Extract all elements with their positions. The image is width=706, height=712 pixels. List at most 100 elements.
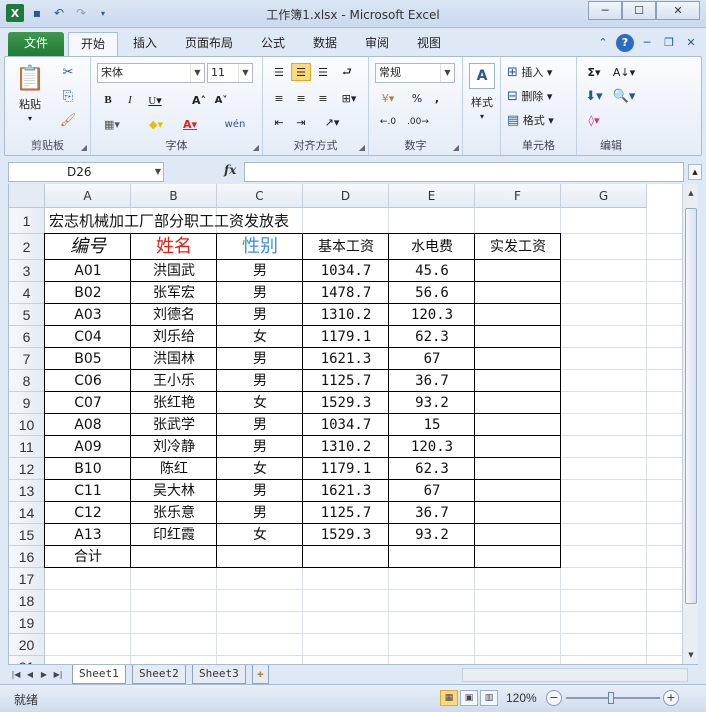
table-cell[interactable]: 1621.3	[303, 348, 389, 370]
table-cell[interactable]: A03	[45, 304, 131, 326]
decrease-indent-icon[interactable]: ⇤	[269, 113, 289, 131]
cut-icon[interactable]: ✂	[57, 63, 79, 81]
table-cell[interactable]: 1125.7	[303, 502, 389, 524]
column-header[interactable]: E	[389, 184, 475, 208]
expand-formula-bar-icon[interactable]: ▲	[688, 164, 702, 180]
column-header[interactable]: G	[561, 184, 647, 208]
scroll-up-icon[interactable]: ▲	[685, 186, 697, 200]
table-cell[interactable]: 15	[389, 414, 475, 436]
tab-file[interactable]: 文件	[8, 32, 64, 56]
table-cell[interactable]: 36.7	[389, 502, 475, 524]
currency-icon[interactable]: ¥▾	[375, 89, 401, 107]
vertical-scroll-thumb[interactable]	[685, 208, 697, 604]
percent-icon[interactable]: %	[409, 89, 425, 107]
first-sheet-icon[interactable]: |◀	[10, 668, 22, 682]
table-cell[interactable]: 1529.3	[303, 524, 389, 546]
table-cell[interactable]: 1034.7	[303, 414, 389, 436]
bold-icon[interactable]: B	[99, 91, 117, 109]
alignment-dialog-icon[interactable]: ◢	[359, 143, 365, 152]
table-cell[interactable]: A09	[45, 436, 131, 458]
delete-cells-button[interactable]: ⊟ 删除 ▾	[507, 87, 571, 105]
table-cell[interactable]: A01	[45, 260, 131, 282]
table-cell[interactable]: 56.6	[389, 282, 475, 304]
font-dialog-icon[interactable]: ◢	[253, 143, 259, 152]
name-box[interactable]: D26 ▼	[8, 162, 164, 182]
tab-page-layout[interactable]: 页面布局	[176, 32, 242, 56]
sort-filter-icon[interactable]: A↓▾	[611, 63, 637, 81]
table-cell[interactable]: 陈红	[131, 458, 217, 480]
number-dialog-icon[interactable]: ◢	[453, 143, 459, 152]
table-cell[interactable]: C07	[45, 392, 131, 414]
table-cell[interactable]: 女	[217, 458, 303, 480]
comma-style-icon[interactable]: ,	[429, 89, 445, 107]
font-size-combo[interactable]: 11 ▼	[207, 63, 253, 83]
insert-cells-button[interactable]: ⊞ 插入 ▾	[507, 63, 571, 81]
paste-dropdown-icon[interactable]: ▾	[13, 113, 47, 123]
sheet-tab-sheet2[interactable]: Sheet2	[132, 665, 186, 684]
minimize-button[interactable]: ─	[588, 1, 622, 20]
table-cell[interactable]: 张武学	[131, 414, 217, 436]
clipboard-dialog-icon[interactable]: ◢	[81, 143, 87, 152]
table-cell[interactable]: 45.6	[389, 260, 475, 282]
table-cell[interactable]: 1478.7	[303, 282, 389, 304]
last-sheet-icon[interactable]: ▶|	[52, 668, 64, 682]
format-cells-button[interactable]: ▤ 格式 ▾	[507, 111, 571, 129]
table-cell[interactable]: C06	[45, 370, 131, 392]
align-right-icon[interactable]: ≡	[313, 89, 333, 107]
table-cell[interactable]: 印红霞	[131, 524, 217, 546]
table-cell[interactable]: 120.3	[389, 436, 475, 458]
row-header[interactable]: 2	[9, 234, 45, 260]
sheet-tab-sheet1[interactable]: Sheet1	[72, 665, 126, 684]
zoom-level[interactable]: 120%	[506, 691, 537, 705]
tab-home[interactable]: 开始	[68, 32, 118, 56]
table-cell[interactable]: B10	[45, 458, 131, 480]
table-cell[interactable]: 1310.2	[303, 436, 389, 458]
header-cell[interactable]: 编号	[45, 234, 131, 260]
grow-font-icon[interactable]: A˄	[189, 91, 209, 109]
table-cell[interactable]: 1179.1	[303, 458, 389, 480]
paste-button[interactable]: 粘贴	[13, 97, 47, 111]
table-cell[interactable]: 67	[389, 348, 475, 370]
table-cell[interactable]: B05	[45, 348, 131, 370]
table-cell[interactable]: 1125.7	[303, 370, 389, 392]
sum-icon[interactable]: Σ▾	[581, 63, 607, 81]
tab-data[interactable]: 数据	[302, 32, 348, 56]
tab-insert[interactable]: 插入	[122, 32, 168, 56]
table-cell[interactable]: 93.2	[389, 524, 475, 546]
table-cell[interactable]: 女	[217, 524, 303, 546]
close-button[interactable]: ✕	[656, 1, 700, 20]
table-cell[interactable]: 男	[217, 348, 303, 370]
clear-icon[interactable]: ◊▾	[581, 111, 607, 129]
insert-sheet-icon[interactable]: ✚	[252, 665, 269, 684]
table-cell[interactable]: 洪国武	[131, 260, 217, 282]
page-layout-view-icon[interactable]: ▣	[460, 690, 478, 706]
increase-decimal-icon[interactable]: ←.0	[375, 113, 401, 131]
table-cell[interactable]: 男	[217, 436, 303, 458]
table-cell[interactable]: 1621.3	[303, 480, 389, 502]
column-header[interactable]: B	[131, 184, 217, 208]
styles-dropdown-icon[interactable]: ▾	[464, 111, 500, 121]
table-cell[interactable]: A08	[45, 414, 131, 436]
table-cell[interactable]: 1034.7	[303, 260, 389, 282]
font-color-icon[interactable]: A▾	[177, 115, 203, 133]
row-header[interactable]: 11	[9, 436, 45, 458]
number-format-combo[interactable]: 常规 ▼	[375, 63, 455, 83]
spreadsheet-grid[interactable]: ABCDEFG 12345678910111213141516171819202…	[8, 184, 682, 664]
vertical-scrollbar[interactable]: ▲ ▼	[682, 184, 698, 664]
table-cell[interactable]: 吴大林	[131, 480, 217, 502]
row-header[interactable]: 9	[9, 392, 45, 414]
styles-icon[interactable]: A	[469, 63, 495, 89]
row-header[interactable]: 17	[9, 568, 45, 590]
decrease-decimal-icon[interactable]: .00→	[405, 113, 431, 131]
tab-view[interactable]: 视图	[406, 32, 452, 56]
row-header[interactable]: 6	[9, 326, 45, 348]
row-header[interactable]: 4	[9, 282, 45, 304]
table-cell[interactable]: 张乐意	[131, 502, 217, 524]
scroll-down-icon[interactable]: ▼	[685, 648, 697, 662]
header-cell[interactable]: 实发工资	[475, 234, 561, 260]
fill-color-icon[interactable]: ◆▾	[143, 115, 169, 133]
italic-icon[interactable]: I	[121, 91, 139, 109]
tab-formulas[interactable]: 公式	[250, 32, 296, 56]
column-header[interactable]: D	[303, 184, 389, 208]
row-header[interactable]: 1	[9, 208, 45, 234]
